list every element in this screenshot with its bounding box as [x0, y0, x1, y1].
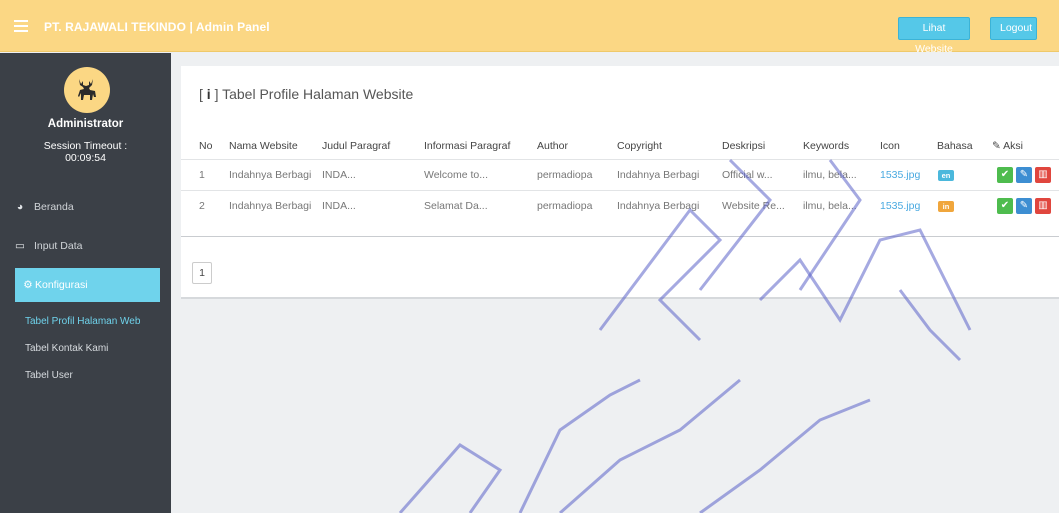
col-aksi: ✎ Aksi — [992, 140, 1023, 152]
info-icon: i — [206, 86, 211, 102]
col-no: No — [199, 140, 213, 152]
table-row: 1 Indahnya Berbagi INDA... Welcome to...… — [181, 160, 1059, 190]
session-timeout: Session Timeout : 00:09:54 — [0, 140, 171, 164]
dashboard-icon: ◕ — [16, 201, 24, 213]
session-timeout-value: 00:09:54 — [65, 152, 106, 164]
cell-nama: Indahnya Berbagi — [229, 200, 312, 212]
cell-info: Welcome to... — [424, 169, 488, 181]
sidebar: Administrator Session Timeout : 00:09:54… — [0, 53, 171, 513]
cell-info: Selamat Da... — [424, 200, 488, 212]
table-header: No Nama Website Judul Paragraf Informasi… — [181, 140, 1059, 160]
col-copyright: Copyright — [617, 140, 662, 152]
profile-table-card: [ i ] Tabel Profile Halaman Website No N… — [181, 66, 1059, 299]
cell-no: 2 — [199, 200, 205, 212]
sidebar-item-beranda[interactable]: ◕ Beranda — [0, 190, 171, 224]
cell-copyright: Indahnya Berbagi — [617, 200, 700, 212]
approve-button[interactable]: ✔ — [997, 167, 1013, 183]
table-row: 2 Indahnya Berbagi INDA... Selamat Da...… — [181, 191, 1059, 221]
monitor-icon: ▭ — [15, 240, 25, 252]
cell-keywords: ilmu, bela... — [803, 169, 857, 181]
col-author: Author — [537, 140, 568, 152]
cell-deskripsi: Official w... — [722, 169, 773, 181]
cell-author: permadiopa — [537, 200, 593, 212]
col-deskripsi: Deskripsi — [722, 140, 766, 152]
sidebar-item-input-data[interactable]: ▭ Input Data — [0, 229, 171, 263]
app-brand[interactable]: PT. RAJAWALI TEKINDO | Admin Panel — [44, 20, 270, 34]
language-badge: in — [938, 201, 954, 212]
user-role: Administrator — [47, 118, 124, 130]
col-informasi-paragraf: Informasi Paragraf — [424, 140, 511, 152]
sidebar-item-label: Konfigurasi — [35, 279, 88, 291]
icon-file-link[interactable]: 1535.jpg — [880, 200, 920, 212]
sidebar-item-konfigurasi[interactable]: ⚙ Konfigurasi — [15, 268, 160, 302]
edit-button[interactable]: ✎ — [1016, 198, 1032, 214]
col-nama-website: Nama Website — [229, 140, 298, 152]
cell-no: 1 — [199, 169, 205, 181]
session-timeout-label: Session Timeout : — [43, 140, 128, 152]
col-icon: Icon — [880, 140, 900, 152]
delete-button[interactable]: ▥ — [1035, 198, 1051, 214]
submenu-kontak-kami[interactable]: Tabel Kontak Kami — [25, 343, 108, 354]
cell-author: permadiopa — [537, 169, 593, 181]
cell-deskripsi: Website Re... — [722, 200, 785, 212]
view-website-button[interactable]: Lihat Website — [898, 17, 970, 55]
gears-icon: ⚙ — [23, 279, 33, 291]
sidebar-item-label: Beranda — [34, 201, 74, 213]
col-judul-paragraf: Judul Paragraf — [322, 140, 391, 152]
title-bracket-close: ] — [214, 86, 219, 102]
page-title-text: Tabel Profile Halaman Website — [222, 86, 414, 102]
col-aksi-label: Aksi — [1003, 140, 1023, 152]
card-divider — [181, 236, 1059, 237]
cell-judul: INDA... — [322, 200, 356, 212]
page-title: [ i ] Tabel Profile Halaman Website — [199, 86, 413, 102]
top-navbar: PT. RAJAWALI TEKINDO | Admin Panel Lihat… — [0, 0, 1059, 55]
deer-logo-icon — [78, 79, 96, 100]
submenu-user[interactable]: Tabel User — [25, 370, 73, 381]
cell-copyright: Indahnya Berbagi — [617, 169, 700, 181]
icon-file-link[interactable]: 1535.jpg — [880, 169, 920, 181]
delete-button[interactable]: ▥ — [1035, 167, 1051, 183]
col-keywords: Keywords — [803, 140, 850, 152]
submenu-profil-halaman-web[interactable]: Tabel Profil Halaman Web — [25, 316, 140, 327]
avatar — [64, 67, 110, 113]
cell-keywords: ilmu, bela... — [803, 200, 857, 212]
cell-nama: Indahnya Berbagi — [229, 169, 312, 181]
menu-toggle-icon[interactable] — [14, 20, 28, 32]
title-bracket-open: [ — [199, 86, 203, 102]
logout-button[interactable]: Logout — [990, 17, 1037, 40]
pagination-page-1[interactable]: 1 — [192, 262, 212, 284]
edit-note-icon: ✎ — [992, 140, 1004, 152]
language-badge: en — [938, 170, 954, 181]
edit-button[interactable]: ✎ — [1016, 167, 1032, 183]
sidebar-item-label: Input Data — [34, 240, 83, 252]
cell-judul: INDA... — [322, 169, 356, 181]
col-bahasa: Bahasa — [937, 140, 973, 152]
approve-button[interactable]: ✔ — [997, 198, 1013, 214]
